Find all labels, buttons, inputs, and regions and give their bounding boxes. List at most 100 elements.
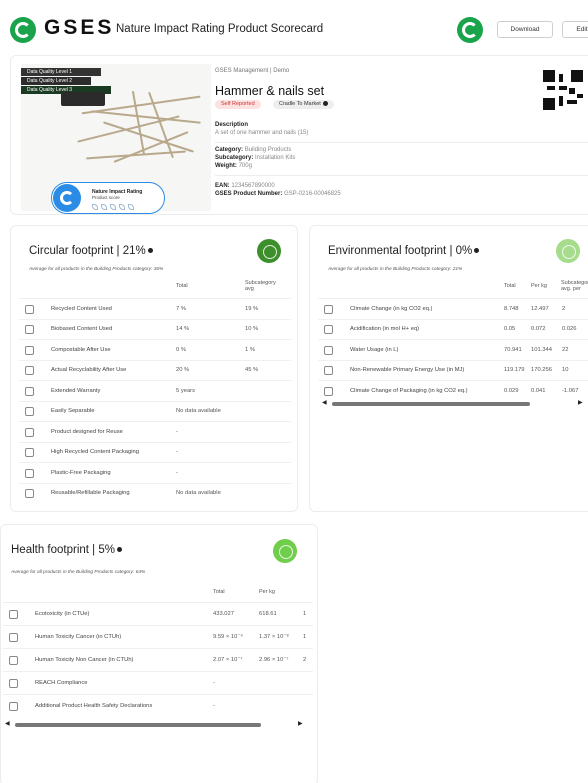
info-icon[interactable] — [147, 248, 153, 254]
table-row: Compostable After Use 0 % 1 % — [19, 339, 291, 360]
metric-icon — [9, 633, 18, 642]
metric-label: Actual Recyclability After Use — [51, 367, 127, 374]
column-header-subcategory: Subcategory avg — [245, 280, 276, 292]
scroll-right-arrow[interactable]: ▶ — [578, 399, 583, 406]
total-cell: No data available — [176, 408, 221, 415]
total-cell: - — [176, 428, 178, 435]
health-badge-icon — [273, 539, 297, 563]
per-kg-cell: 101.344 — [531, 346, 552, 353]
leaf-icon — [119, 204, 125, 210]
divider — [215, 175, 588, 176]
category-label: Category: — [215, 147, 244, 153]
metric-label: High Recycled Content Packaging — [51, 449, 139, 456]
metric-icon — [324, 386, 333, 396]
metric-label: Plastic-Free Packaging — [51, 469, 111, 476]
subcategory-cell: 1 — [303, 611, 307, 617]
table-row: Non-Renewable Primary Energy Use (in MJ)… — [318, 359, 588, 381]
circular-footprint-card: Circular footprint | 21% Average for all… — [10, 225, 298, 512]
metric-label: Water Usage (in L) — [350, 346, 399, 353]
table-row: Biobased Content Used 14 % 10 % — [19, 318, 291, 340]
metric-label: Climate Change (in kg CO2 eq.) — [350, 305, 433, 312]
metric-label: Acidification (in mol H+ eq) — [350, 326, 420, 333]
edit-button[interactable]: Edit — [562, 21, 588, 38]
column-header-total: Total — [176, 283, 188, 289]
total-cell: 8.748 — [504, 305, 519, 312]
per-kg-cell: 170.256 — [531, 367, 552, 374]
scroll-left-arrow[interactable]: ◀ — [322, 399, 327, 406]
scroll-left-arrow[interactable]: ◀ — [5, 720, 10, 727]
product-card: Data Quality Level 1 Data Quality Level … — [10, 55, 588, 215]
per-kg-cell: 618.61 — [259, 611, 277, 617]
ean-row: EAN: 1234567890000 — [215, 183, 275, 189]
subcategory-cell: 22 — [562, 346, 569, 353]
table-row: Additional Product Health Safety Declara… — [3, 694, 313, 717]
description-label: Description — [215, 122, 249, 128]
data-quality-level-2: Data Quality Level 2 — [21, 77, 91, 85]
total-cell: - — [213, 680, 215, 686]
metric-label: Extended Warranty — [51, 387, 101, 394]
category-value: Building Products — [244, 147, 292, 153]
cradle-tag-label: Cradle To Market — [279, 101, 321, 107]
metric-icon — [9, 702, 18, 711]
per-kg-cell: 0.041 — [531, 387, 546, 394]
table-row: High Recycled Content Packaging - — [19, 441, 291, 463]
download-button[interactable]: Download — [497, 21, 553, 38]
product-number-row: GSES Product Number: GSP-0216-00046825 — [215, 191, 341, 197]
ean-value: 1234567890000 — [231, 183, 275, 189]
per-kg-cell: 1.37 × 10⁻⁸ — [259, 634, 289, 640]
horizontal-scrollbar[interactable] — [332, 402, 530, 406]
total-cell: 2.07 × 10⁻⁷ — [213, 657, 243, 663]
weight-label: Weight: — [215, 163, 237, 169]
health-footprint-title: Health footprint | 5% — [11, 544, 122, 556]
environmental-title-text: Environmental footprint | 0% — [328, 245, 473, 257]
product-image: Data Quality Level 1 Data Quality Level … — [21, 64, 211, 214]
product-number-value: GSP-0216-00046825 — [284, 191, 341, 197]
subcategory-value: Installation Kits — [255, 155, 296, 161]
total-cell: 0.05 — [504, 326, 516, 333]
page-title: Nature Impact Rating Product Scorecard — [116, 23, 324, 35]
weight-value: 700g — [238, 163, 252, 169]
weight-row: Weight: 700g — [215, 163, 252, 169]
scroll-right-arrow[interactable]: ▶ — [298, 720, 303, 727]
total-cell: - — [176, 449, 178, 456]
metric-icon — [25, 448, 34, 458]
table-row: Ecotoxicity (in CTUe) 433.027 618.61 1 — [3, 602, 313, 625]
metric-icon — [25, 427, 34, 437]
per-kg-cell: 0.072 — [531, 326, 546, 333]
table-row: Product designed for Reuse - — [19, 421, 291, 442]
gses-logo-icon — [10, 17, 36, 43]
gses-badge-icon — [457, 17, 483, 43]
total-cell: - — [176, 469, 178, 476]
total-cell: 7 % — [176, 305, 186, 312]
metric-icon — [25, 325, 34, 335]
qr-code — [543, 70, 583, 110]
info-icon[interactable] — [322, 101, 328, 107]
health-average-text: Average for all products in the Building… — [11, 570, 146, 575]
table-row: Easily Separable No data available — [19, 400, 291, 422]
metric-label: Product designed for Reuse — [51, 428, 123, 435]
info-icon[interactable] — [117, 547, 122, 553]
data-quality-level-1: Data Quality Level 1 — [21, 68, 101, 76]
total-cell: 14 % — [176, 326, 190, 333]
table-row: Extended Warranty 5 years — [19, 380, 291, 401]
metric-icon — [25, 407, 34, 417]
subcategory-cell: -1.067 — [562, 387, 579, 394]
table-row: Reusable/Refillable Packaging No data ava… — [19, 482, 291, 504]
horizontal-scrollbar[interactable] — [15, 723, 261, 727]
subcategory-label: Subcategory: — [215, 155, 254, 161]
circular-title-text: Circular footprint | 21% — [29, 245, 146, 257]
metric-label: Climate Change of Packaging (in kg CO2 e… — [350, 387, 468, 394]
rating-subtitle: Product score — [92, 195, 120, 200]
metric-label: Reusable/Refillable Packaging — [51, 490, 130, 497]
metric-label: Ecotoxicity (in CTUe) — [35, 611, 90, 617]
table-row: Recycled Content Used 7 % 19 % — [19, 298, 291, 319]
metric-icon — [324, 325, 333, 335]
leaf-icon — [101, 204, 107, 210]
metric-icon — [324, 304, 333, 314]
metric-icon — [25, 468, 34, 478]
total-cell: 0 % — [176, 346, 186, 353]
metric-icon — [25, 386, 34, 396]
column-header-total: Total — [213, 589, 225, 595]
leaf-icon — [128, 204, 134, 210]
info-icon[interactable] — [474, 248, 480, 254]
